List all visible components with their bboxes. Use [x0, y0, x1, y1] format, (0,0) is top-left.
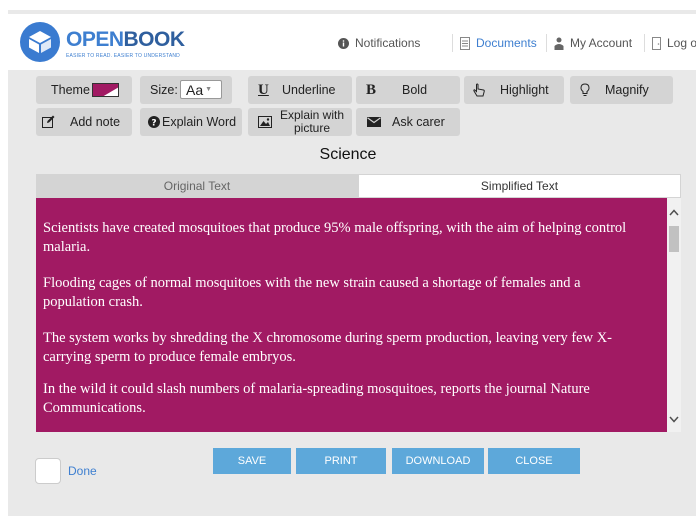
underline-button[interactable]: U Underline: [248, 76, 352, 104]
download-button[interactable]: DOWNLOAD: [392, 448, 484, 474]
chevron-up-icon[interactable]: [669, 208, 679, 219]
paragraph: In the wild it could slash numbers of ma…: [43, 381, 590, 416]
paragraph: The system works by shredding the X chro…: [43, 330, 613, 365]
done-label: Done: [68, 464, 97, 478]
nav-notifications-label: Notifications: [355, 36, 421, 50]
document-subject: Science: [319, 146, 377, 163]
bold-button[interactable]: B Bold: [356, 76, 460, 104]
chevron-down-icon[interactable]: [669, 410, 679, 428]
question-circle-icon: ?: [148, 116, 160, 128]
size-value: Aa: [186, 81, 204, 98]
underline-icon: U: [258, 81, 269, 98]
add-note-button[interactable]: Add note: [36, 108, 132, 136]
nav-my-account-label: My Account: [570, 36, 633, 50]
magnify-label: Magnify: [605, 83, 649, 97]
logo-book: BOOK: [123, 28, 186, 51]
ask-carer-button[interactable]: Ask carer: [356, 108, 460, 136]
explain-picture-label: Explain with picture: [276, 109, 348, 135]
tab-original-text[interactable]: Original Text: [36, 174, 358, 198]
chevron-down-icon: ▼: [205, 86, 213, 93]
picture-icon: [258, 116, 272, 128]
scrollbar-thumb[interactable]: [669, 226, 679, 252]
text-tabs: Original Text Simplified Text: [36, 174, 681, 198]
magnify-button[interactable]: Magnify: [570, 76, 673, 104]
document-icon: [460, 36, 470, 50]
theme-label: Theme: [51, 83, 90, 97]
theme-button[interactable]: Theme: [36, 76, 132, 104]
explain-picture-line2: picture: [293, 121, 331, 135]
content-scrollbar[interactable]: [667, 198, 681, 432]
openbook-logo-icon[interactable]: [20, 22, 60, 62]
info-icon: [338, 37, 349, 49]
print-button[interactable]: PRINT: [296, 448, 386, 474]
header: OPENBOOK EASIER TO READ. EASIER TO UNDER…: [8, 14, 696, 70]
nav-divider: [644, 34, 645, 52]
nav-logout[interactable]: Log out: [652, 36, 696, 50]
save-button[interactable]: SAVE: [213, 448, 291, 474]
add-note-label: Add note: [70, 115, 121, 129]
size-label: Size:: [150, 83, 178, 97]
nav-notifications[interactable]: Notifications: [338, 36, 420, 50]
close-button[interactable]: CLOSE: [488, 448, 580, 474]
bold-icon: B: [366, 81, 377, 98]
logo-wordmark[interactable]: OPENBOOK: [66, 28, 185, 52]
explain-picture-button[interactable]: Explain with picture: [248, 108, 352, 136]
edit-note-icon: [42, 115, 55, 128]
hand-pointer-icon: [472, 83, 486, 97]
envelope-icon: [367, 117, 381, 127]
explain-word-button[interactable]: ? Explain Word: [140, 108, 242, 136]
highlight-label: Highlight: [500, 83, 549, 97]
highlight-button[interactable]: Highlight: [464, 76, 564, 104]
user-icon: [554, 37, 564, 50]
done-checkbox[interactable]: [35, 458, 61, 484]
svg-text:?: ?: [151, 119, 156, 129]
tab-simplified-text[interactable]: Simplified Text: [358, 174, 681, 198]
door-icon: [652, 36, 661, 50]
document-content: Scientists have created mosquitoes that …: [36, 198, 681, 432]
explain-word-label: Explain Word: [162, 115, 237, 129]
tagline: EASIER TO READ. EASIER TO UNDERSTAND: [66, 53, 180, 59]
nav-divider: [452, 34, 453, 52]
explain-picture-line1: Explain with: [279, 108, 345, 122]
nav-divider: [546, 34, 547, 52]
nav-documents[interactable]: Documents: [460, 36, 537, 50]
ask-carer-label: Ask carer: [392, 115, 445, 129]
bold-label: Bold: [402, 83, 428, 97]
theme-swatch-icon: [92, 83, 119, 97]
nav-my-account[interactable]: My Account: [554, 36, 632, 50]
lightbulb-icon: [580, 83, 590, 97]
size-button[interactable]: Size: Aa ▼: [140, 76, 232, 104]
nav-documents-label: Documents: [476, 36, 537, 50]
size-select[interactable]: Aa ▼: [180, 80, 222, 99]
underline-label: Underline: [282, 83, 336, 97]
logo-open: OPEN: [66, 28, 124, 51]
paragraph: Scientists have created mosquitoes that …: [43, 220, 627, 255]
paragraph: Flooding cages of normal mosquitoes with…: [43, 275, 581, 310]
nav-logout-label: Log out: [667, 36, 696, 50]
